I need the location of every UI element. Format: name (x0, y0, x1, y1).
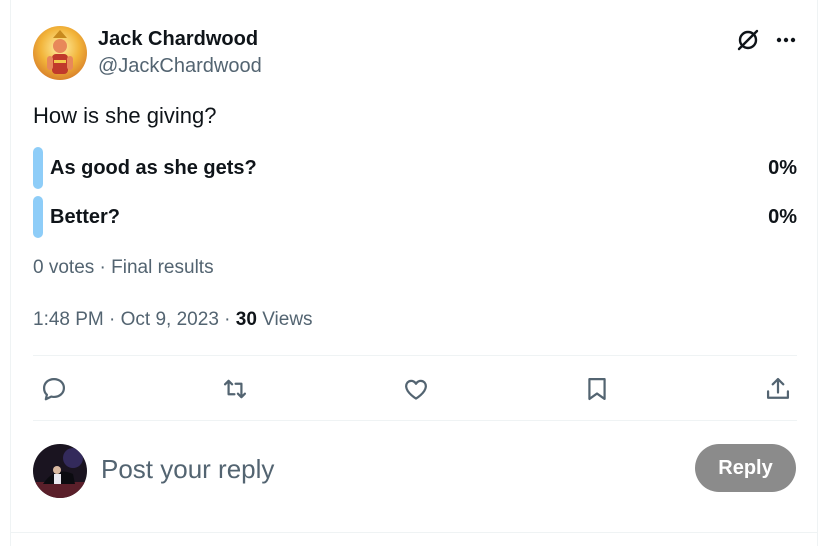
tweet-timestamp: 1:48 PM · Oct 9, 2023 · 30 Views (33, 309, 313, 331)
retweet-action-button[interactable] (218, 372, 252, 406)
like-action-button[interactable] (399, 372, 433, 406)
author-name[interactable]: Jack Chardwood (98, 28, 258, 51)
views-label: Views (256, 309, 313, 330)
divider (33, 420, 797, 421)
poll-bar (33, 196, 43, 238)
poll-results-meta: 0 votes · Final results (33, 257, 214, 278)
meta-separator: · (103, 309, 121, 330)
author-avatar[interactable] (33, 26, 87, 80)
bookmark-icon (588, 377, 606, 401)
retweet-icon (223, 379, 247, 399)
like-icon (405, 379, 427, 400)
poll-option-percent: 0% (768, 206, 797, 228)
views-count: 30 (235, 309, 257, 330)
meta-separator: · (218, 309, 236, 330)
author-handle[interactable]: @JackChardwood (98, 55, 262, 78)
poll-option: As good as she gets? 0% (33, 147, 797, 189)
reply-icon (42, 377, 66, 401)
poll-option-label: Better? (50, 206, 121, 228)
poll-option-percent: 0% (768, 157, 797, 179)
tweet-date[interactable]: Oct 9, 2023 (121, 309, 219, 330)
poll-bar (33, 147, 43, 189)
share-icon (766, 377, 790, 399)
divider (33, 355, 797, 356)
tweet-text: How is she giving? (33, 103, 217, 128)
reply-input[interactable] (101, 448, 661, 490)
divider (11, 532, 817, 533)
reply-action-button[interactable] (37, 372, 71, 406)
tweet-card: Jack Chardwood @JackChardwood How is she… (10, 0, 818, 546)
bookmark-action-button[interactable] (580, 372, 614, 406)
share-action-button[interactable] (761, 372, 795, 406)
poll-option-label: As good as she gets? (50, 157, 257, 179)
grok-icon[interactable] (735, 27, 761, 53)
tweet-time[interactable]: 1:48 PM (33, 309, 104, 330)
reply-button[interactable]: Reply (695, 444, 796, 492)
poll-option: Better? 0% (33, 196, 797, 238)
more-options-icon[interactable] (773, 27, 799, 53)
user-avatar[interactable] (33, 444, 87, 498)
